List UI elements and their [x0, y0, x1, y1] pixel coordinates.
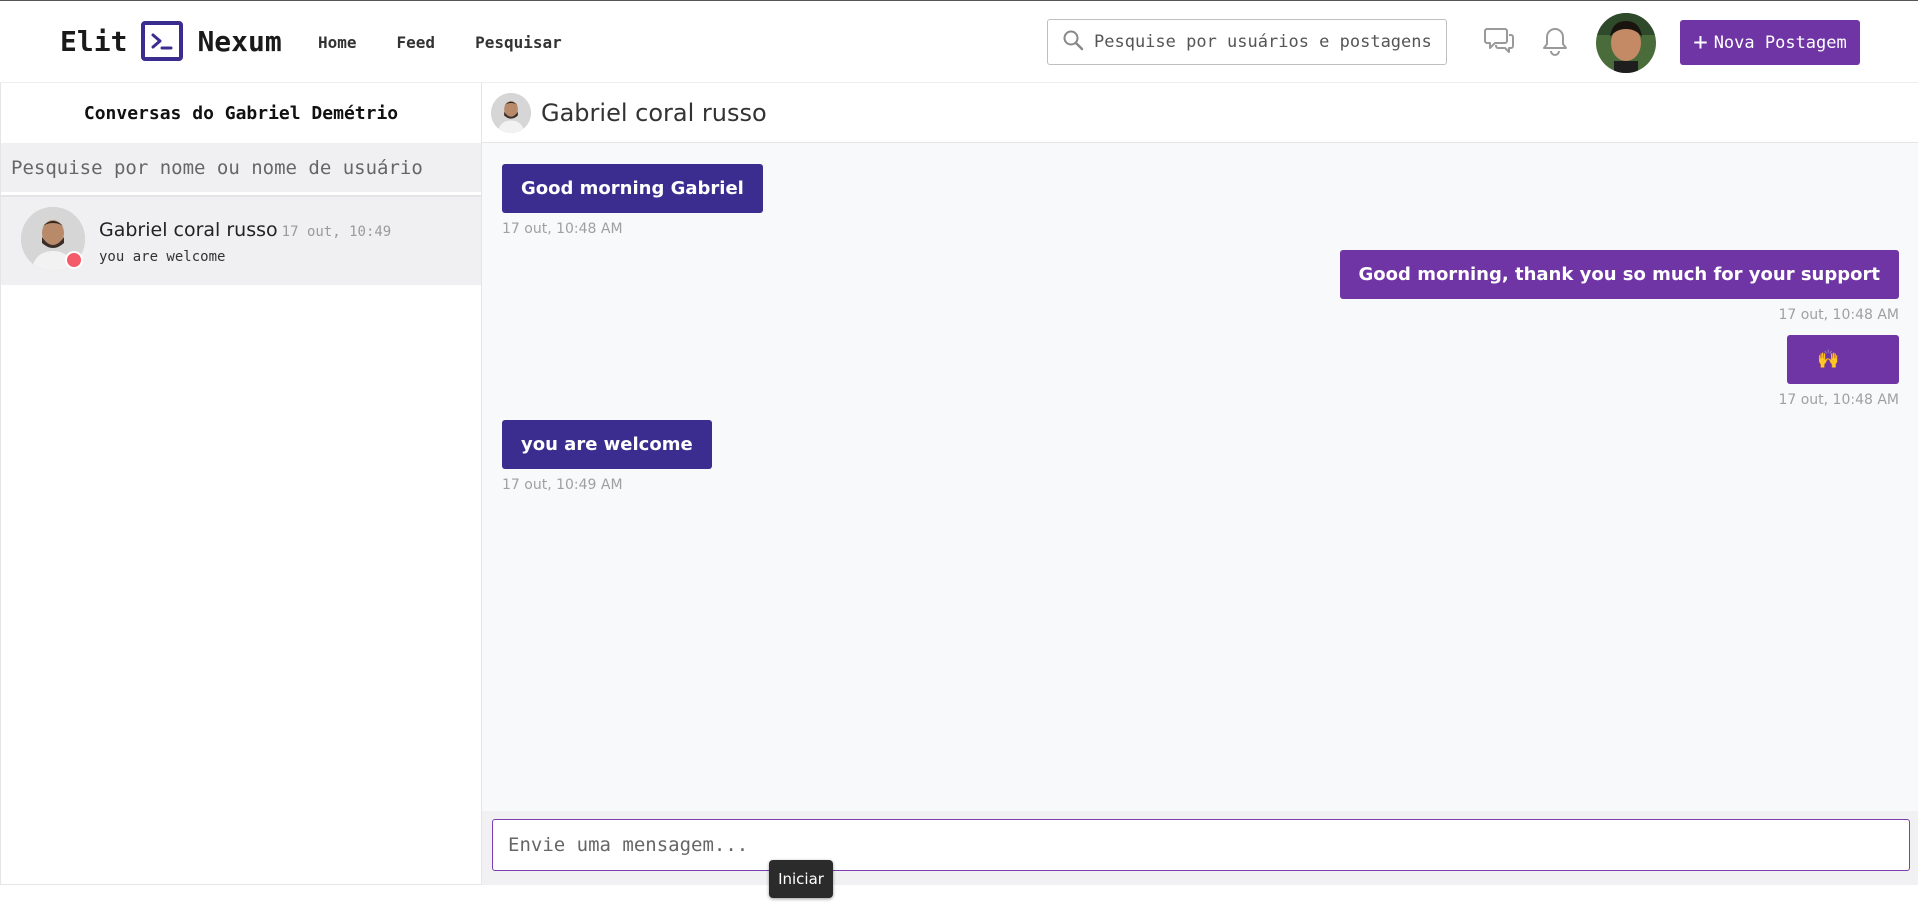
chat-header: Gabriel coral russo — [482, 83, 1918, 143]
conversations-sidebar: Conversas do Gabriel Demétrio Gabriel co… — [0, 83, 482, 885]
global-search — [1047, 19, 1447, 65]
message-time: 17 out, 10:48 AM — [1778, 392, 1899, 408]
message-composer — [482, 811, 1918, 885]
logo-text-left: Elit — [60, 24, 128, 58]
message-incoming: you are welcome 17 out, 10:49 AM — [502, 420, 712, 493]
conversation-item[interactable]: Gabriel coral russo 17 out, 10:49 you are… — [1, 195, 481, 285]
bell-icon[interactable] — [1540, 25, 1570, 61]
conversation-search — [1, 143, 481, 195]
status-indicator — [65, 251, 83, 269]
message-bubble: Good morning Gabriel — [502, 164, 763, 213]
message-incoming: Good morning Gabriel 17 out, 10:48 AM — [502, 164, 763, 237]
conversation-time: 17 out, 10:49 — [281, 224, 392, 240]
logo[interactable]: Elit Nexum — [60, 21, 282, 61]
new-post-button[interactable]: + Nova Postagem — [1680, 20, 1860, 65]
chat-panel: Gabriel coral russo Good morning Gabriel… — [482, 83, 1918, 885]
terminal-icon — [141, 21, 184, 61]
top-navbar: Elit Nexum Home Feed Pesquisar Pesquise … — [0, 1, 1918, 83]
logo-text-right: Nexum — [197, 24, 282, 58]
nav-link-search[interactable]: Pesquisar — [475, 33, 562, 52]
nav-link-feed[interactable]: Feed — [397, 33, 436, 52]
message-outgoing: Good morning, thank you so much for your… — [1339, 250, 1899, 323]
plus-icon: + — [1693, 27, 1708, 56]
message-bubble: Good morning, thank you so much for your… — [1339, 250, 1899, 299]
new-post-label: Nova Postagem — [1713, 32, 1847, 53]
nav-link-home[interactable]: Home — [318, 33, 357, 52]
nav-links: Home Feed Pesquisar — [318, 1, 562, 83]
chat-contact-avatar[interactable] — [491, 92, 531, 133]
message-time: 17 out, 10:48 AM — [1778, 307, 1899, 323]
message-outgoing: 🙌 17 out, 10:48 AM — [1778, 335, 1899, 408]
sidebar-title: Conversas do Gabriel Demétrio — [83, 102, 399, 124]
message-time: 17 out, 10:49 AM — [502, 477, 623, 493]
message-input[interactable] — [492, 819, 1910, 871]
message-bubble: 🙌 — [1787, 335, 1899, 384]
start-tooltip: Iniciar — [769, 860, 833, 898]
chat-icon[interactable] — [1484, 25, 1516, 61]
message-time: 17 out, 10:48 AM — [502, 221, 623, 237]
global-search-input[interactable] — [1094, 32, 1446, 52]
conversation-name: Gabriel coral russo — [99, 219, 278, 241]
conversation-search-input[interactable] — [11, 156, 481, 179]
message-bubble: you are welcome — [502, 420, 712, 469]
chat-contact-name[interactable]: Gabriel coral russo — [541, 99, 767, 127]
conversation-preview: you are welcome — [99, 249, 226, 265]
conversation-name-row: Gabriel coral russo 17 out, 10:49 — [99, 219, 391, 241]
user-avatar[interactable] — [1596, 13, 1656, 73]
search-icon — [1062, 29, 1084, 55]
